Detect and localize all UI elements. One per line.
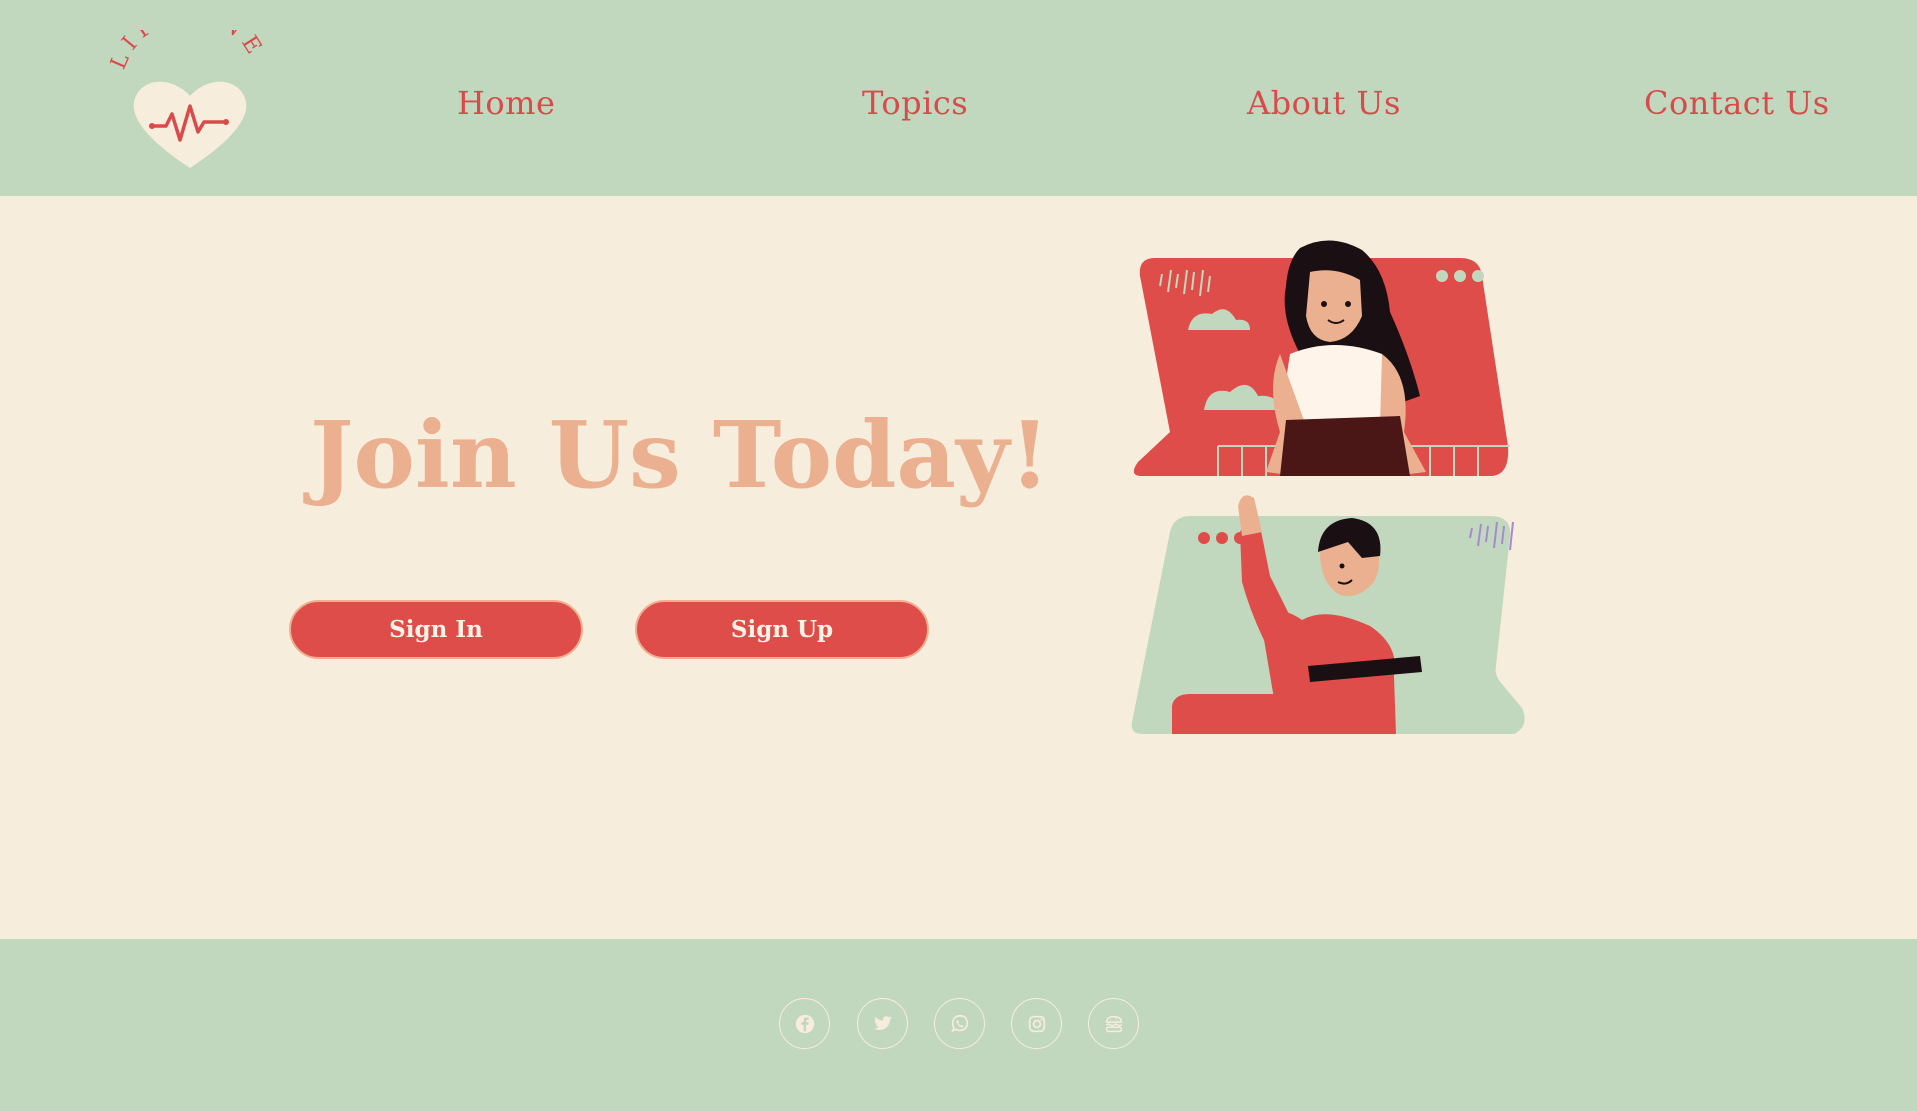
lifeline-logo[interactable]: LIFELINE — [106, 1, 270, 175]
whatsapp-icon[interactable] — [934, 998, 985, 1049]
instagram-icon[interactable] — [1011, 998, 1062, 1049]
hero-section: Join Us Today! Sign In Sign Up — [0, 196, 1917, 939]
video-call-illustration — [1130, 236, 1610, 816]
burger-icon[interactable] — [1088, 998, 1139, 1049]
nav-home[interactable]: Home — [457, 84, 555, 122]
logo-wordmark: LIFELINE — [106, 1, 263, 74]
site-header: LIFELINE Home Topics About Us Contact Us — [0, 0, 1917, 196]
sign-up-button[interactable]: Sign Up — [635, 600, 929, 659]
twitter-icon[interactable] — [857, 998, 908, 1049]
nav-about-us[interactable]: About Us — [1247, 84, 1401, 122]
nav-topics[interactable]: Topics — [862, 84, 968, 122]
nav-contact-us[interactable]: Contact Us — [1644, 84, 1830, 122]
svg-text:LIFELINE: LIFELINE — [110, 30, 270, 73]
sign-in-button[interactable]: Sign In — [289, 600, 583, 659]
heart-pulse-icon: LIFELINE — [106, 1, 270, 168]
site-footer — [0, 939, 1917, 1111]
facebook-icon[interactable] — [779, 998, 830, 1049]
hero-title: Join Us Today! — [310, 401, 1050, 509]
